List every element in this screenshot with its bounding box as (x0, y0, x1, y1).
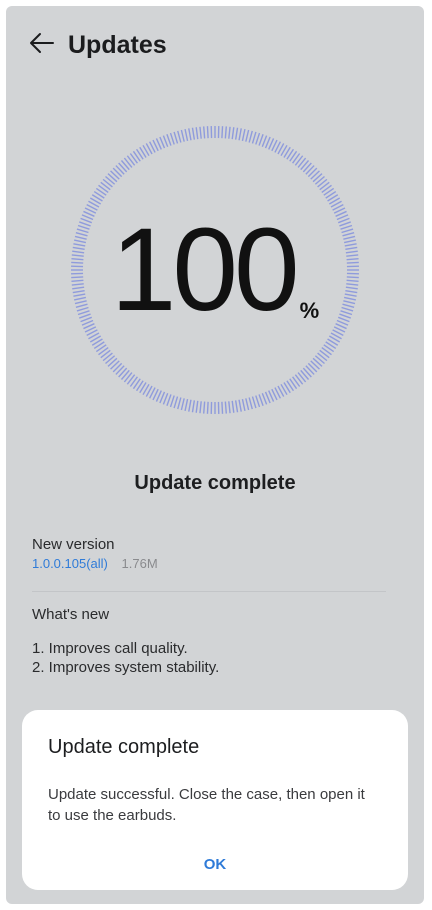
release-note-item: 2. Improves system stability. (32, 659, 220, 676)
header: Updates (6, 20, 424, 70)
ok-button[interactable]: OK (22, 856, 408, 873)
update-complete-dialog: Update complete Update successful. Close… (22, 710, 408, 890)
dialog-message: Update successful. Close the case, then … (48, 786, 365, 824)
page-title: Updates (68, 30, 167, 59)
version-size: 1.76M (121, 556, 158, 571)
back-button[interactable] (22, 25, 62, 65)
new-version-label: New version (32, 536, 115, 553)
version-value: 1.0.0.105(all) (32, 556, 108, 571)
divider (32, 591, 386, 592)
progress-unit: % (299, 298, 320, 323)
status-text: Update complete (134, 472, 296, 494)
dialog-title: Update complete (48, 736, 200, 758)
version-row: 1.0.0.105(all) 1.76M (32, 556, 386, 571)
progress-readout: 100 % (69, 124, 361, 416)
update-info: New version 1.0.0.105(all) 1.76M What's … (32, 536, 386, 677)
whats-new-label: What's new (32, 606, 110, 623)
update-screen: Updates 100 % Update complete New versio… (6, 6, 424, 904)
release-notes: 1. Improves call quality. 2. Improves sy… (32, 639, 386, 677)
progress-ring: 100 % (69, 124, 361, 416)
release-note-item: 1. Improves call quality. (32, 640, 188, 657)
back-arrow-icon (29, 32, 55, 59)
progress-value: 100 (110, 204, 300, 336)
